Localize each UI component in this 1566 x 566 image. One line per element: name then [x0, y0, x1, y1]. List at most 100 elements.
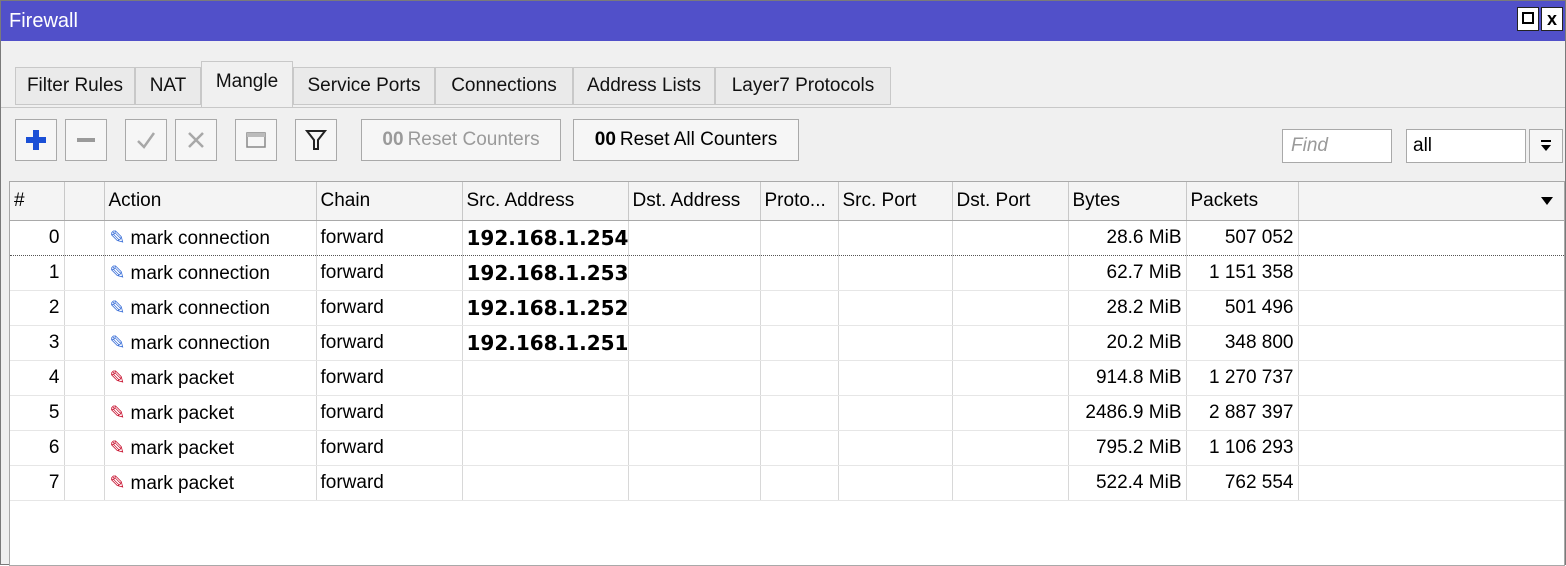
- rule-src-port: [838, 430, 953, 466]
- tab-service-ports[interactable]: Service Ports: [293, 67, 435, 105]
- rule-protocol: [760, 220, 839, 256]
- table-row[interactable]: 2 ✎ mark connection forward 192.168.1.252 28.…: [10, 290, 1564, 326]
- rule-flags: [64, 255, 105, 291]
- rule-flags: [64, 360, 105, 396]
- rule-chain: forward: [316, 325, 463, 361]
- reset-counters-label: Reset Counters: [407, 129, 540, 150]
- maximize-button[interactable]: [1517, 7, 1539, 31]
- rule-src-port: [838, 255, 953, 291]
- rule-dst-address: [628, 360, 761, 396]
- rule-src-address: 192.168.1.252: [462, 290, 629, 326]
- column-header-chain[interactable]: Chain: [316, 182, 463, 221]
- column-header-protocol[interactable]: Proto...: [760, 182, 839, 221]
- rule-action-label: mark connection: [130, 297, 270, 319]
- rule-packets: 1 270 737: [1186, 360, 1299, 396]
- rule-number: 1: [10, 255, 65, 291]
- reset-counters-button[interactable]: 00 Reset Counters: [361, 119, 561, 161]
- rule-protocol: [760, 430, 839, 466]
- find-input[interactable]: Find: [1282, 129, 1392, 163]
- rule-src-port: [838, 290, 953, 326]
- rule-dst-address: [628, 395, 761, 431]
- column-header-packets[interactable]: Packets: [1186, 182, 1299, 221]
- rule-src-address: 192.168.1.251: [462, 325, 629, 361]
- rule-dst-port: [952, 395, 1069, 431]
- rule-packets: 2 887 397: [1186, 395, 1299, 431]
- rule-filler: [1298, 360, 1564, 396]
- table-row[interactable]: 6 ✎ mark packet forward 795.2 MiB 1 106 293: [10, 430, 1564, 466]
- comment-button[interactable]: [235, 119, 277, 161]
- rule-src-address: [462, 430, 629, 466]
- x-icon: [188, 132, 204, 148]
- rule-src-address: 192.168.1.253: [462, 255, 629, 291]
- rule-chain: forward: [316, 290, 463, 326]
- column-header-flags[interactable]: [64, 182, 105, 221]
- table-row[interactable]: 0 ✎ mark connection forward 192.168.1.254 28.…: [10, 220, 1564, 256]
- rule-action-label: mark packet: [130, 472, 234, 494]
- enable-button[interactable]: [125, 119, 167, 161]
- tab-address-lists[interactable]: Address Lists: [573, 67, 715, 105]
- table-row[interactable]: 7 ✎ mark packet forward 522.4 MiB 762 554: [10, 465, 1564, 501]
- rule-action: ✎ mark connection: [104, 290, 317, 326]
- tab-mangle[interactable]: Mangle: [201, 61, 293, 107]
- toolbar: 00 Reset Counters 00 Reset All Counters Fi…: [1, 109, 1565, 171]
- rule-number: 6: [10, 430, 65, 466]
- column-header-number[interactable]: #: [10, 182, 65, 221]
- column-header-dst-address[interactable]: Dst. Address: [628, 182, 761, 221]
- rule-action-label: mark packet: [130, 437, 234, 459]
- rule-action: ✎ mark packet: [104, 430, 317, 466]
- add-button[interactable]: [15, 119, 57, 161]
- column-header-src-address[interactable]: Src. Address: [462, 182, 629, 221]
- rule-action: ✎ mark packet: [104, 395, 317, 431]
- title-bar[interactable]: Firewall x: [1, 1, 1565, 41]
- rule-dst-port: [952, 325, 1069, 361]
- rule-dst-port: [952, 255, 1069, 291]
- rule-chain: forward: [316, 360, 463, 396]
- minus-icon: [77, 138, 95, 142]
- rule-protocol: [760, 395, 839, 431]
- blue-pencil-icon: ✎: [109, 297, 126, 319]
- rule-action-label: mark connection: [130, 227, 270, 249]
- column-header-dst-port[interactable]: Dst. Port: [952, 182, 1069, 221]
- tab-nat[interactable]: NAT: [135, 67, 201, 105]
- rule-protocol: [760, 255, 839, 291]
- rule-src-port: [838, 325, 953, 361]
- filter-icon: [304, 130, 328, 150]
- filter-select[interactable]: all: [1406, 129, 1526, 163]
- reset-counters-prefix: 00: [382, 129, 404, 150]
- reset-all-counters-label: Reset All Counters: [619, 129, 778, 150]
- blue-pencil-icon: ✎: [109, 332, 126, 354]
- rule-protocol: [760, 360, 839, 396]
- red-pencil-icon: ✎: [109, 472, 126, 494]
- filter-button[interactable]: [295, 119, 337, 161]
- column-menu-button[interactable]: [1298, 182, 1564, 221]
- close-button[interactable]: x: [1541, 7, 1563, 31]
- rule-action: ✎ mark connection: [104, 220, 317, 256]
- column-header-action[interactable]: Action: [104, 182, 317, 221]
- disable-button[interactable]: [175, 119, 217, 161]
- rule-flags: [64, 325, 105, 361]
- table-row[interactable]: 5 ✎ mark packet forward 2486.9 MiB 2 887 397: [10, 395, 1564, 431]
- column-header-bytes[interactable]: Bytes: [1068, 182, 1187, 221]
- rule-chain: forward: [316, 395, 463, 431]
- rule-chain: forward: [316, 220, 463, 256]
- rule-chain: forward: [316, 430, 463, 466]
- column-header-src-port[interactable]: Src. Port: [838, 182, 953, 221]
- tab-filter-rules[interactable]: Filter Rules: [15, 67, 135, 105]
- rule-dst-port: [952, 465, 1069, 501]
- table-row[interactable]: 3 ✎ mark connection forward 192.168.1.251 20.…: [10, 325, 1564, 361]
- remove-button[interactable]: [65, 119, 107, 161]
- rule-packets: 507 052: [1186, 220, 1299, 256]
- rule-filler: [1298, 325, 1564, 361]
- rule-dst-address: [628, 290, 761, 326]
- rule-flags: [64, 220, 105, 256]
- rule-chain: forward: [316, 465, 463, 501]
- rule-filler: [1298, 290, 1564, 326]
- filter-dropdown-button[interactable]: [1529, 129, 1563, 163]
- tab-layer7-protocols[interactable]: Layer7 Protocols: [715, 67, 891, 105]
- reset-all-prefix: 00: [594, 129, 616, 150]
- rule-filler: [1298, 255, 1564, 291]
- reset-all-counters-button[interactable]: 00 Reset All Counters: [573, 119, 799, 161]
- table-row[interactable]: 4 ✎ mark packet forward 914.8 MiB 1 270 737: [10, 360, 1564, 396]
- table-row[interactable]: 1 ✎ mark connection forward 192.168.1.253 62.…: [10, 255, 1564, 291]
- tab-connections[interactable]: Connections: [435, 67, 573, 105]
